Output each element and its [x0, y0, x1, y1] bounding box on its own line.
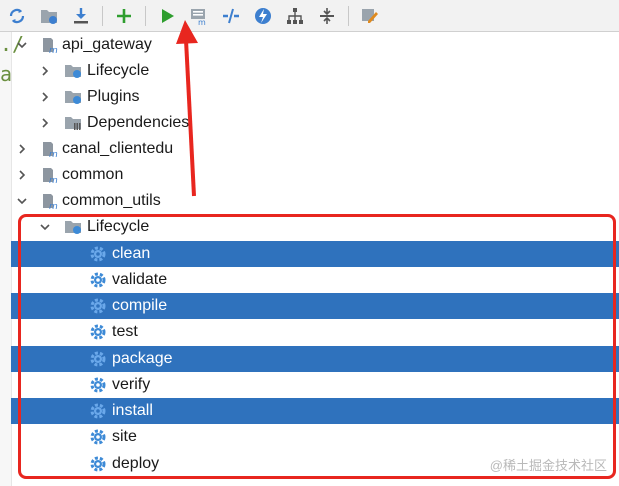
goal-label: package [112, 350, 173, 367]
toolbar-separator [102, 5, 103, 26]
goal-site[interactable]: site [11, 424, 619, 450]
gear-icon [89, 455, 107, 473]
tree-node-common-utils[interactable]: m common_utils [11, 188, 619, 214]
tree-label: Lifecycle [87, 62, 150, 79]
maven-module-icon: m [41, 36, 59, 54]
tree-label: Lifecycle [87, 218, 150, 235]
chevron-right-icon[interactable] [39, 91, 51, 103]
gear-icon [89, 323, 107, 341]
show-dependencies-icon[interactable] [284, 5, 306, 27]
svg-text:m: m [49, 202, 58, 210]
tree-label: canal_clientedu [62, 140, 174, 157]
gear-icon [89, 271, 107, 289]
tree-label: common_utils [62, 192, 161, 209]
dependencies-folder-icon [64, 114, 82, 132]
tree-node-api-gateway[interactable]: m api_gateway [11, 32, 619, 58]
add-icon[interactable] [113, 5, 135, 27]
svg-text:m: m [49, 176, 58, 184]
chevron-right-icon[interactable] [16, 169, 28, 181]
toolbar-separator [145, 5, 146, 26]
skip-tests-icon[interactable] [252, 5, 274, 27]
svg-text:m: m [49, 150, 58, 158]
chevron-down-icon[interactable] [16, 195, 28, 207]
tree-node-lifecycle[interactable]: Lifecycle [11, 58, 619, 84]
gear-icon [89, 428, 107, 446]
tree-node-common[interactable]: m common [11, 162, 619, 188]
goal-package[interactable]: package [11, 346, 619, 372]
goal-label: test [112, 323, 138, 340]
lifecycle-folder-icon [64, 218, 82, 236]
tree-label: common [62, 166, 124, 183]
goal-label: install [112, 402, 153, 419]
tree-node-canal-clientedu[interactable]: m canal_clientedu [11, 136, 619, 162]
plugins-folder-icon [64, 88, 82, 106]
download-icon[interactable] [70, 5, 92, 27]
gear-icon [89, 402, 107, 420]
goal-validate[interactable]: validate [11, 267, 619, 293]
goal-label: site [112, 428, 137, 445]
tree-node-common-utils-lifecycle[interactable]: Lifecycle [11, 214, 619, 240]
gear-icon [89, 350, 107, 368]
goal-label: verify [112, 376, 151, 393]
tree-node-plugins[interactable]: Plugins [11, 84, 619, 110]
tree-label: api_gateway [62, 36, 152, 53]
goal-label: compile [112, 297, 168, 314]
toggle-offline-icon[interactable] [220, 5, 242, 27]
execute-goal-icon[interactable]: m [188, 5, 210, 27]
gear-icon [89, 245, 107, 263]
reload-icon[interactable] [6, 5, 28, 27]
collapse-all-icon[interactable] [316, 5, 338, 27]
goal-compile[interactable]: compile [11, 293, 619, 319]
chevron-down-icon[interactable] [16, 39, 28, 51]
maven-toolbar: m [0, 0, 619, 32]
lifecycle-folder-icon [64, 62, 82, 80]
chevron-right-icon[interactable] [39, 65, 51, 77]
goal-label: validate [112, 271, 168, 288]
goal-verify[interactable]: verify [11, 372, 619, 398]
settings-icon[interactable] [359, 5, 381, 27]
gear-icon [89, 376, 107, 394]
maven-module-icon: m [41, 192, 59, 210]
chevron-right-icon[interactable] [16, 143, 28, 155]
run-icon[interactable] [156, 5, 178, 27]
maven-module-icon: m [41, 140, 59, 158]
chevron-down-icon[interactable] [39, 221, 51, 233]
goal-test[interactable]: test [11, 319, 619, 345]
svg-text:m: m [49, 46, 58, 54]
toolbar-separator [348, 5, 349, 26]
watermark: @稀土掘金技术社区 [489, 458, 607, 473]
chevron-right-icon[interactable] [39, 117, 51, 129]
generate-sources-icon[interactable] [38, 5, 60, 27]
tree-node-dependencies[interactable]: Dependencies [11, 110, 619, 136]
gear-icon [89, 297, 107, 315]
goal-label: deploy [112, 455, 160, 472]
tree-label: Plugins [87, 88, 140, 105]
svg-text:m: m [198, 18, 206, 26]
goal-label: clean [112, 245, 151, 262]
tree-label: Dependencies [87, 114, 190, 131]
goal-install[interactable]: install [11, 398, 619, 424]
maven-module-icon: m [41, 166, 59, 184]
goal-clean[interactable]: clean [11, 241, 619, 267]
